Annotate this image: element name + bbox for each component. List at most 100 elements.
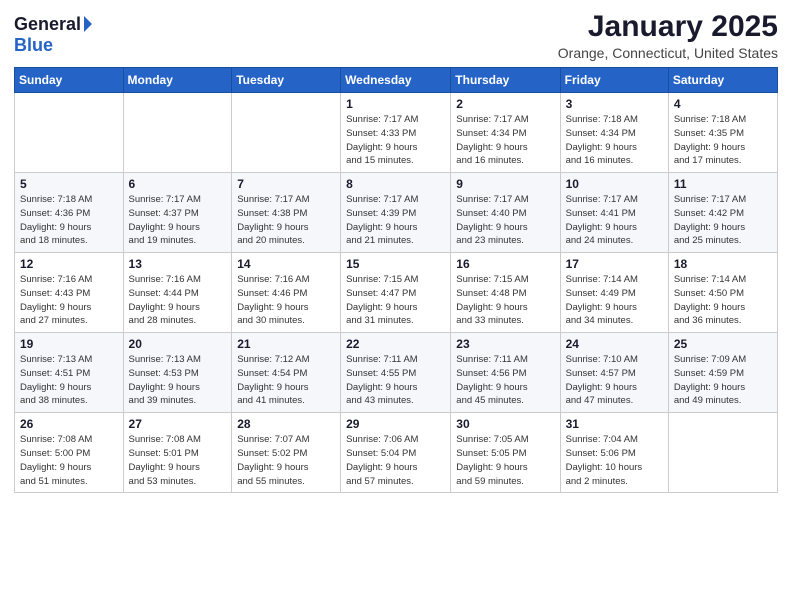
day-info: Sunrise: 7:16 AM Sunset: 4:46 PM Dayligh… bbox=[237, 273, 335, 328]
table-row: 19Sunrise: 7:13 AM Sunset: 4:51 PM Dayli… bbox=[15, 333, 124, 413]
header-saturday: Saturday bbox=[668, 68, 777, 93]
day-number: 7 bbox=[237, 177, 335, 191]
page: General Blue January 2025 Orange, Connec… bbox=[0, 0, 792, 612]
logo: General Blue bbox=[14, 10, 92, 56]
header: General Blue January 2025 Orange, Connec… bbox=[14, 10, 778, 61]
table-row: 3Sunrise: 7:18 AM Sunset: 4:34 PM Daylig… bbox=[560, 93, 668, 173]
day-number: 30 bbox=[456, 417, 554, 431]
table-row: 21 Sunrise: 7:12 AM Sunset: 4:54 PM Dayli… bbox=[232, 333, 341, 413]
day-number: 14 bbox=[237, 257, 335, 271]
table-row: 17Sunrise: 7:14 AM Sunset: 4:49 PM Dayli… bbox=[560, 253, 668, 333]
day-number: 5 bbox=[20, 177, 118, 191]
day-info: Sunrise: 7:08 AM Sunset: 5:00 PM Dayligh… bbox=[20, 433, 118, 488]
day-info: Sunrise: 7:08 AM Sunset: 5:01 PM Dayligh… bbox=[129, 433, 227, 488]
day-info: Sunrise: 7:17 AM Sunset: 4:39 PM Dayligh… bbox=[346, 193, 445, 248]
day-info: Sunrise: 7:14 AM Sunset: 4:50 PM Dayligh… bbox=[674, 273, 772, 328]
day-info: Sunrise: 7:15 AM Sunset: 4:48 PM Dayligh… bbox=[456, 273, 554, 328]
day-number: 15 bbox=[346, 257, 445, 271]
day-number: 28 bbox=[237, 417, 335, 431]
calendar-table: Sunday Monday Tuesday Wednesday Thursday… bbox=[14, 67, 778, 493]
table-row: 7 Sunrise: 7:17 AM Sunset: 4:38 PM Daylig… bbox=[232, 173, 341, 253]
day-number: 8 bbox=[346, 177, 445, 191]
header-tuesday: Tuesday bbox=[232, 68, 341, 93]
day-number: 19 bbox=[20, 337, 118, 351]
table-row: 2 Sunrise: 7:17 AM Sunset: 4:34 PM Daylig… bbox=[451, 93, 560, 173]
calendar-week-row: 1Sunrise: 7:17 AM Sunset: 4:33 PM Daylig… bbox=[15, 93, 778, 173]
header-friday: Friday bbox=[560, 68, 668, 93]
logo-blue-text: Blue bbox=[14, 35, 53, 56]
day-info: Sunrise: 7:18 AM Sunset: 4:35 PM Dayligh… bbox=[674, 113, 772, 168]
day-info: Sunrise: 7:15 AM Sunset: 4:47 PM Dayligh… bbox=[346, 273, 445, 328]
table-row: 31Sunrise: 7:04 AM Sunset: 5:06 PM Dayli… bbox=[560, 413, 668, 493]
day-number: 18 bbox=[674, 257, 772, 271]
table-row: 14 Sunrise: 7:16 AM Sunset: 4:46 PM Dayli… bbox=[232, 253, 341, 333]
day-info: Sunrise: 7:12 AM Sunset: 4:54 PM Dayligh… bbox=[237, 353, 335, 408]
table-row: 29 Sunrise: 7:06 AM Sunset: 5:04 PM Dayli… bbox=[341, 413, 451, 493]
table-row: 4 Sunrise: 7:18 AM Sunset: 4:35 PM Daylig… bbox=[668, 93, 777, 173]
calendar-week-row: 26 Sunrise: 7:08 AM Sunset: 5:00 PM Dayli… bbox=[15, 413, 778, 493]
day-info: Sunrise: 7:18 AM Sunset: 4:36 PM Dayligh… bbox=[20, 193, 118, 248]
day-number: 31 bbox=[566, 417, 663, 431]
day-number: 16 bbox=[456, 257, 554, 271]
day-number: 24 bbox=[566, 337, 663, 351]
location-title: Orange, Connecticut, United States bbox=[558, 45, 778, 61]
table-row bbox=[15, 93, 124, 173]
day-info: Sunrise: 7:10 AM Sunset: 4:57 PM Dayligh… bbox=[566, 353, 663, 408]
day-number: 23 bbox=[456, 337, 554, 351]
day-info: Sunrise: 7:14 AM Sunset: 4:49 PM Dayligh… bbox=[566, 273, 663, 328]
day-info: Sunrise: 7:17 AM Sunset: 4:42 PM Dayligh… bbox=[674, 193, 772, 248]
table-row: 12Sunrise: 7:16 AM Sunset: 4:43 PM Dayli… bbox=[15, 253, 124, 333]
table-row: 9Sunrise: 7:17 AM Sunset: 4:40 PM Daylig… bbox=[451, 173, 560, 253]
day-info: Sunrise: 7:17 AM Sunset: 4:34 PM Dayligh… bbox=[456, 113, 554, 168]
calendar-week-row: 12Sunrise: 7:16 AM Sunset: 4:43 PM Dayli… bbox=[15, 253, 778, 333]
day-number: 12 bbox=[20, 257, 118, 271]
header-thursday: Thursday bbox=[451, 68, 560, 93]
header-sunday: Sunday bbox=[15, 68, 124, 93]
header-monday: Monday bbox=[123, 68, 232, 93]
day-number: 11 bbox=[674, 177, 772, 191]
table-row bbox=[232, 93, 341, 173]
day-number: 21 bbox=[237, 337, 335, 351]
day-info: Sunrise: 7:17 AM Sunset: 4:38 PM Dayligh… bbox=[237, 193, 335, 248]
day-info: Sunrise: 7:18 AM Sunset: 4:34 PM Dayligh… bbox=[566, 113, 663, 168]
day-number: 26 bbox=[20, 417, 118, 431]
day-number: 9 bbox=[456, 177, 554, 191]
day-number: 2 bbox=[456, 97, 554, 111]
day-info: Sunrise: 7:17 AM Sunset: 4:41 PM Dayligh… bbox=[566, 193, 663, 248]
day-info: Sunrise: 7:05 AM Sunset: 5:05 PM Dayligh… bbox=[456, 433, 554, 488]
table-row: 24 Sunrise: 7:10 AM Sunset: 4:57 PM Dayli… bbox=[560, 333, 668, 413]
day-number: 29 bbox=[346, 417, 445, 431]
calendar-week-row: 19Sunrise: 7:13 AM Sunset: 4:51 PM Dayli… bbox=[15, 333, 778, 413]
table-row: 13Sunrise: 7:16 AM Sunset: 4:44 PM Dayli… bbox=[123, 253, 232, 333]
day-info: Sunrise: 7:13 AM Sunset: 4:53 PM Dayligh… bbox=[129, 353, 227, 408]
table-row: 10 Sunrise: 7:17 AM Sunset: 4:41 PM Dayli… bbox=[560, 173, 668, 253]
table-row: 27Sunrise: 7:08 AM Sunset: 5:01 PM Dayli… bbox=[123, 413, 232, 493]
day-number: 6 bbox=[129, 177, 227, 191]
day-number: 10 bbox=[566, 177, 663, 191]
logo-general-text: General bbox=[14, 14, 81, 35]
day-number: 20 bbox=[129, 337, 227, 351]
table-row: 15 Sunrise: 7:15 AM Sunset: 4:47 PM Dayli… bbox=[341, 253, 451, 333]
day-number: 4 bbox=[674, 97, 772, 111]
table-row bbox=[668, 413, 777, 493]
weekday-header-row: Sunday Monday Tuesday Wednesday Thursday… bbox=[15, 68, 778, 93]
table-row bbox=[123, 93, 232, 173]
day-info: Sunrise: 7:07 AM Sunset: 5:02 PM Dayligh… bbox=[237, 433, 335, 488]
table-row: 28 Sunrise: 7:07 AM Sunset: 5:02 PM Dayli… bbox=[232, 413, 341, 493]
day-number: 22 bbox=[346, 337, 445, 351]
title-section: January 2025 Orange, Connecticut, United… bbox=[558, 10, 778, 61]
table-row: 6Sunrise: 7:17 AM Sunset: 4:37 PM Daylig… bbox=[123, 173, 232, 253]
table-row: 25 Sunrise: 7:09 AM Sunset: 4:59 PM Dayli… bbox=[668, 333, 777, 413]
table-row: 18 Sunrise: 7:14 AM Sunset: 4:50 PM Dayli… bbox=[668, 253, 777, 333]
table-row: 20 Sunrise: 7:13 AM Sunset: 4:53 PM Dayli… bbox=[123, 333, 232, 413]
table-row: 23Sunrise: 7:11 AM Sunset: 4:56 PM Dayli… bbox=[451, 333, 560, 413]
day-number: 25 bbox=[674, 337, 772, 351]
day-info: Sunrise: 7:06 AM Sunset: 5:04 PM Dayligh… bbox=[346, 433, 445, 488]
table-row: 11 Sunrise: 7:17 AM Sunset: 4:42 PM Dayli… bbox=[668, 173, 777, 253]
day-number: 1 bbox=[346, 97, 445, 111]
day-number: 13 bbox=[129, 257, 227, 271]
header-wednesday: Wednesday bbox=[341, 68, 451, 93]
day-info: Sunrise: 7:09 AM Sunset: 4:59 PM Dayligh… bbox=[674, 353, 772, 408]
table-row: 16 Sunrise: 7:15 AM Sunset: 4:48 PM Dayli… bbox=[451, 253, 560, 333]
table-row: 30 Sunrise: 7:05 AM Sunset: 5:05 PM Dayli… bbox=[451, 413, 560, 493]
